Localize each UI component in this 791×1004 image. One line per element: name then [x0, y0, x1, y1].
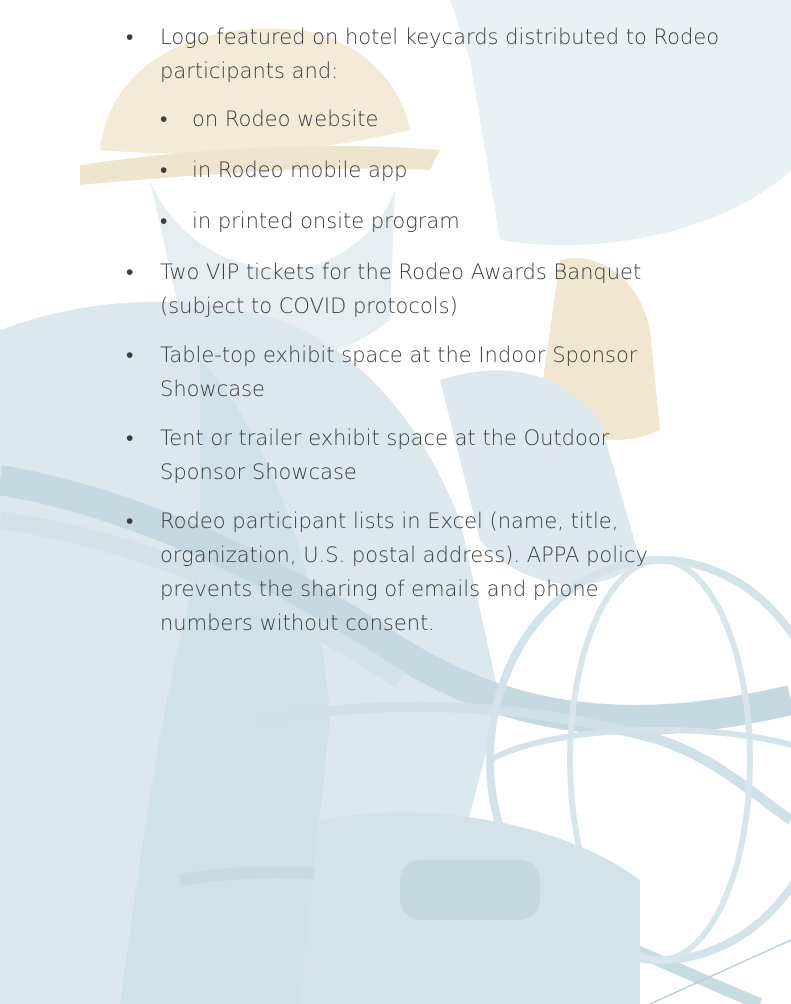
- sub-list: • on Rodeo website • in Rodeo mobile app…: [160, 102, 755, 238]
- bullet-icon: •: [126, 25, 134, 49]
- list-item: • Logo featured on hotel keycards distri…: [126, 20, 755, 238]
- list-item: • Rodeo participant lists in Excel (name…: [126, 504, 660, 640]
- sub-list-item: • in Rodeo mobile app: [160, 153, 755, 187]
- list-item-text: Two VIP tickets for the Rodeo Awards Ban…: [160, 260, 642, 318]
- bullet-icon: •: [160, 209, 168, 233]
- bullet-icon: •: [126, 509, 134, 533]
- list-item: • Two VIP tickets for the Rodeo Awards B…: [126, 255, 680, 323]
- list-item: • Table-top exhibit space at the Indoor …: [126, 338, 670, 406]
- list-item-text: Rodeo participant lists in Excel (name, …: [160, 509, 648, 635]
- sub-list-item: • in printed onsite program: [160, 204, 755, 238]
- list-item: • Tent or trailer exhibit space at the O…: [126, 421, 640, 489]
- benefits-list: • Logo featured on hotel keycards distri…: [126, 20, 760, 655]
- list-item-text: Tent or trailer exhibit space at the Out…: [160, 426, 610, 484]
- bullet-icon: •: [126, 260, 134, 284]
- bullet-icon: •: [160, 158, 168, 182]
- bullet-icon: •: [160, 107, 168, 131]
- list-item-text: Table-top exhibit space at the Indoor Sp…: [160, 343, 638, 401]
- sub-list-item: • on Rodeo website: [160, 102, 755, 136]
- content-area: • Logo featured on hotel keycards distri…: [0, 0, 791, 1004]
- sub-list-item-text: in Rodeo mobile app: [192, 158, 408, 182]
- bullet-icon: •: [126, 343, 134, 367]
- list-item-text: Logo featured on hotel keycards distribu…: [160, 25, 720, 83]
- bullet-icon: •: [126, 426, 134, 450]
- sub-list-item-text: on Rodeo website: [192, 107, 379, 131]
- sub-list-item-text: in printed onsite program: [192, 209, 460, 233]
